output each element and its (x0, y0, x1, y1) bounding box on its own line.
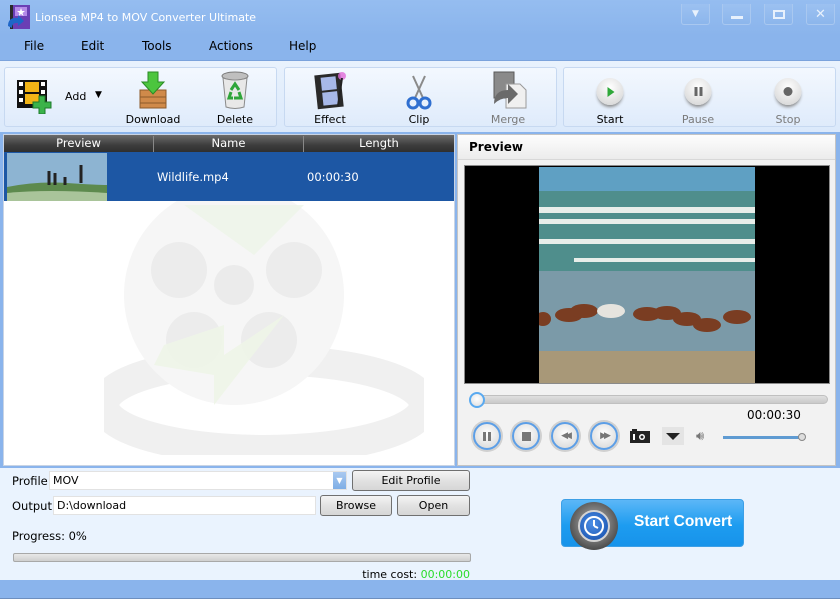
list-header: Preview Name Length (4, 135, 454, 152)
start-button[interactable]: Start (580, 68, 640, 128)
clock-icon (570, 502, 618, 550)
player-stop-button[interactable] (512, 422, 540, 450)
start-convert-button[interactable]: Start Convert (561, 499, 744, 550)
effect-button[interactable]: Effect (299, 68, 361, 128)
column-length[interactable]: Length (304, 136, 454, 152)
edit-profile-button[interactable]: Edit Profile (352, 470, 470, 491)
film-add-icon (17, 80, 52, 114)
add-button[interactable]: Add ▼ (9, 68, 115, 128)
watermark-film-reel-icon (104, 195, 424, 455)
pause-icon (483, 431, 491, 441)
progress-bar (13, 553, 471, 562)
window-title: Lionsea MP4 to MOV Converter Ultimate (35, 11, 257, 24)
pause-icon (684, 78, 712, 105)
profile-value: MOV (53, 474, 79, 487)
output-label: Output: (12, 499, 56, 513)
play-icon (596, 78, 624, 105)
video-player[interactable] (464, 165, 830, 384)
preview-title: Preview (458, 135, 835, 160)
scissors-icon (406, 75, 432, 110)
profile-label: Profile: (12, 474, 52, 488)
browse-button[interactable]: Browse (320, 495, 392, 516)
chevron-down-icon[interactable]: ▼ (333, 472, 346, 489)
profile-select[interactable]: MOV ▼ (49, 471, 347, 490)
menu-edit[interactable]: Edit (81, 39, 104, 53)
fast-forward-button[interactable]: ▶▶ (590, 422, 618, 450)
output-path-value: D:\download (57, 499, 127, 512)
title-bar: Lionsea MP4 to MOV Converter Ultimate ▼ … (0, 0, 840, 36)
toolbar-group-convert: Start Pause Stop (563, 67, 836, 127)
menu-bar: File Edit Tools Actions Help (0, 36, 840, 60)
menu-file[interactable]: File (24, 39, 44, 53)
speaker-icon: 🔊︎ (696, 429, 705, 444)
pause-label: Pause (681, 113, 715, 126)
file-length: 00:00:30 (307, 170, 359, 184)
merge-label: Merge (490, 113, 526, 126)
status-bar (0, 580, 840, 599)
delete-button[interactable]: Delete (205, 68, 265, 128)
snapshot-options-button[interactable] (662, 427, 684, 445)
menu-actions[interactable]: Actions (209, 39, 253, 53)
start-convert-label: Start Convert (634, 513, 733, 530)
app-logo-icon (8, 5, 30, 29)
playback-time: 00:00:30 (747, 408, 801, 422)
menu-tools[interactable]: Tools (142, 39, 172, 53)
add-dropdown-arrow-icon[interactable]: ▼ (95, 90, 102, 100)
progress-label: Progress: 0% (12, 529, 87, 543)
close-icon: ✕ (815, 6, 826, 22)
player-pause-button[interactable] (473, 422, 501, 450)
effect-label: Effect (314, 113, 346, 126)
menu-help[interactable]: Help (289, 39, 316, 53)
snapshot-button[interactable] (630, 429, 650, 443)
download-box-icon (139, 71, 167, 109)
clip-button[interactable]: Clip (389, 68, 449, 128)
volume-button[interactable]: 🔊︎ (696, 429, 704, 444)
minimize-icon (730, 15, 743, 19)
rewind-icon: ◀◀ (561, 431, 572, 441)
maximize-button[interactable] (764, 4, 793, 25)
add-label: Add (65, 90, 87, 103)
toolbar-group-files: Add ▼ Download Delete (4, 67, 277, 127)
preview-panel: Preview 00:00:30 ◀◀ ▶▶ 🔊︎ (457, 134, 836, 466)
fast-forward-icon: ▶▶ (600, 431, 611, 441)
recycle-bin-icon (221, 71, 249, 109)
merge-button[interactable]: Merge (477, 68, 539, 128)
maximize-icon (772, 9, 785, 19)
volume-handle[interactable] (798, 433, 806, 441)
stop-button[interactable]: Stop (758, 68, 818, 128)
toolbar-group-edit: Effect Clip Merge (284, 67, 557, 127)
rewind-button[interactable]: ◀◀ (551, 422, 579, 450)
film-effect-icon (314, 72, 346, 110)
minimize-button[interactable] (722, 4, 751, 25)
close-button[interactable]: ✕ (806, 4, 835, 25)
stop-icon (774, 78, 802, 105)
file-list-panel: Preview Name Length Wildlife.mp4 00:00:3… (3, 134, 455, 466)
file-name: Wildlife.mp4 (157, 170, 229, 184)
output-path-input[interactable]: D:\download (53, 496, 316, 515)
merge-doc-icon (493, 71, 527, 109)
column-preview[interactable]: Preview (4, 136, 154, 152)
seek-handle[interactable] (469, 392, 485, 408)
video-frame-image (539, 167, 755, 383)
delete-label: Delete (216, 113, 254, 126)
stop-label: Stop (775, 113, 801, 126)
toolbar: Add ▼ Download Delete Effect Clip Merge … (0, 60, 840, 132)
window-menu-button[interactable]: ▼ (681, 4, 710, 25)
video-thumbnail (7, 153, 107, 201)
camera-icon (630, 429, 650, 443)
file-list-row[interactable]: Wildlife.mp4 00:00:30 (4, 152, 454, 201)
download-button[interactable]: Download (120, 68, 186, 128)
dropdown-arrow-icon (666, 432, 680, 440)
volume-slider[interactable] (723, 433, 806, 441)
column-name[interactable]: Name (154, 136, 304, 152)
stop-icon (521, 431, 531, 441)
settings-area: Profile: MOV ▼ Edit Profile Output: D:\d… (0, 468, 840, 581)
open-button[interactable]: Open (397, 495, 470, 516)
dropdown-arrow-icon: ▼ (692, 8, 699, 19)
pause-button[interactable]: Pause (668, 68, 728, 128)
clip-label: Clip (408, 113, 430, 126)
start-label: Start (596, 113, 624, 126)
seek-slider[interactable] (469, 392, 828, 408)
download-label: Download (125, 113, 181, 126)
